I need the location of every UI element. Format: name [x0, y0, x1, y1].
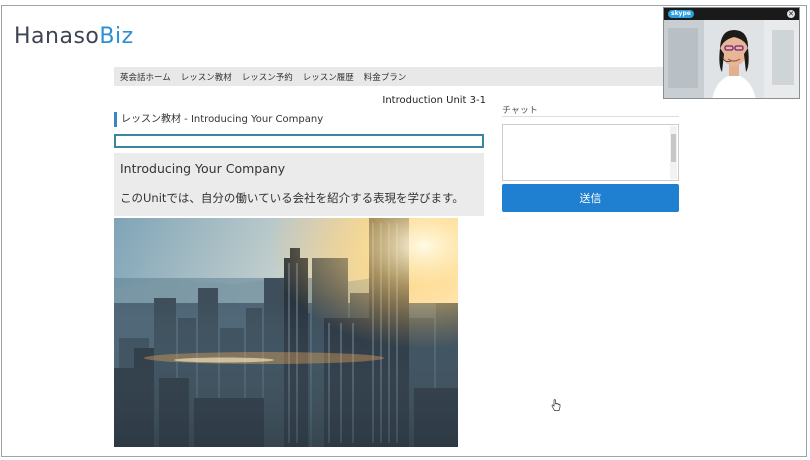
- video-feed: [664, 20, 799, 98]
- chat-divider: [502, 116, 679, 117]
- unit-label: Introduction Unit 3-1: [382, 95, 486, 106]
- nav-item-pricing[interactable]: 料金プラン: [364, 71, 407, 83]
- nav-item-booking[interactable]: レッスン予約: [242, 71, 293, 83]
- skype-titlebar[interactable]: skype ✕: [664, 8, 799, 20]
- hanasobiz-logo[interactable]: HanasoBiz: [14, 24, 134, 49]
- hand-cursor-icon: [551, 399, 561, 411]
- send-button[interactable]: 送信: [502, 184, 679, 212]
- close-icon[interactable]: ✕: [787, 10, 795, 18]
- nav-item-history[interactable]: レッスン履歴: [303, 71, 354, 83]
- intro-box: Introducing Your Company このUnitでは、自分の働いて…: [114, 153, 484, 216]
- skype-logo-icon: skype: [668, 10, 694, 18]
- city-skyline-image: [114, 218, 458, 447]
- chat-textarea[interactable]: [502, 124, 679, 181]
- intro-heading: Introducing Your Company: [120, 161, 286, 176]
- intro-description: このUnitでは、自分の働いている会社を紹介する表現を学びます。: [120, 191, 464, 205]
- logo-accent-text: Biz: [99, 24, 134, 49]
- nav-item-materials[interactable]: レッスン教材: [181, 71, 232, 83]
- chat-scrollbar-thumb[interactable]: [671, 134, 676, 162]
- chat-label: チャット: [502, 106, 538, 116]
- material-input[interactable]: [114, 134, 484, 148]
- chat-scrollbar[interactable]: [670, 126, 677, 179]
- nav-item-home[interactable]: 英会話ホーム: [120, 71, 171, 83]
- main-nav: 英会話ホーム レッスン教材 レッスン予約 レッスン履歴 料金プラン: [114, 67, 680, 86]
- skype-video-window[interactable]: skype ✕: [663, 7, 800, 99]
- material-title: レッスン教材 - Introducing Your Company: [114, 112, 484, 127]
- logo-main-text: Hanaso: [14, 24, 100, 49]
